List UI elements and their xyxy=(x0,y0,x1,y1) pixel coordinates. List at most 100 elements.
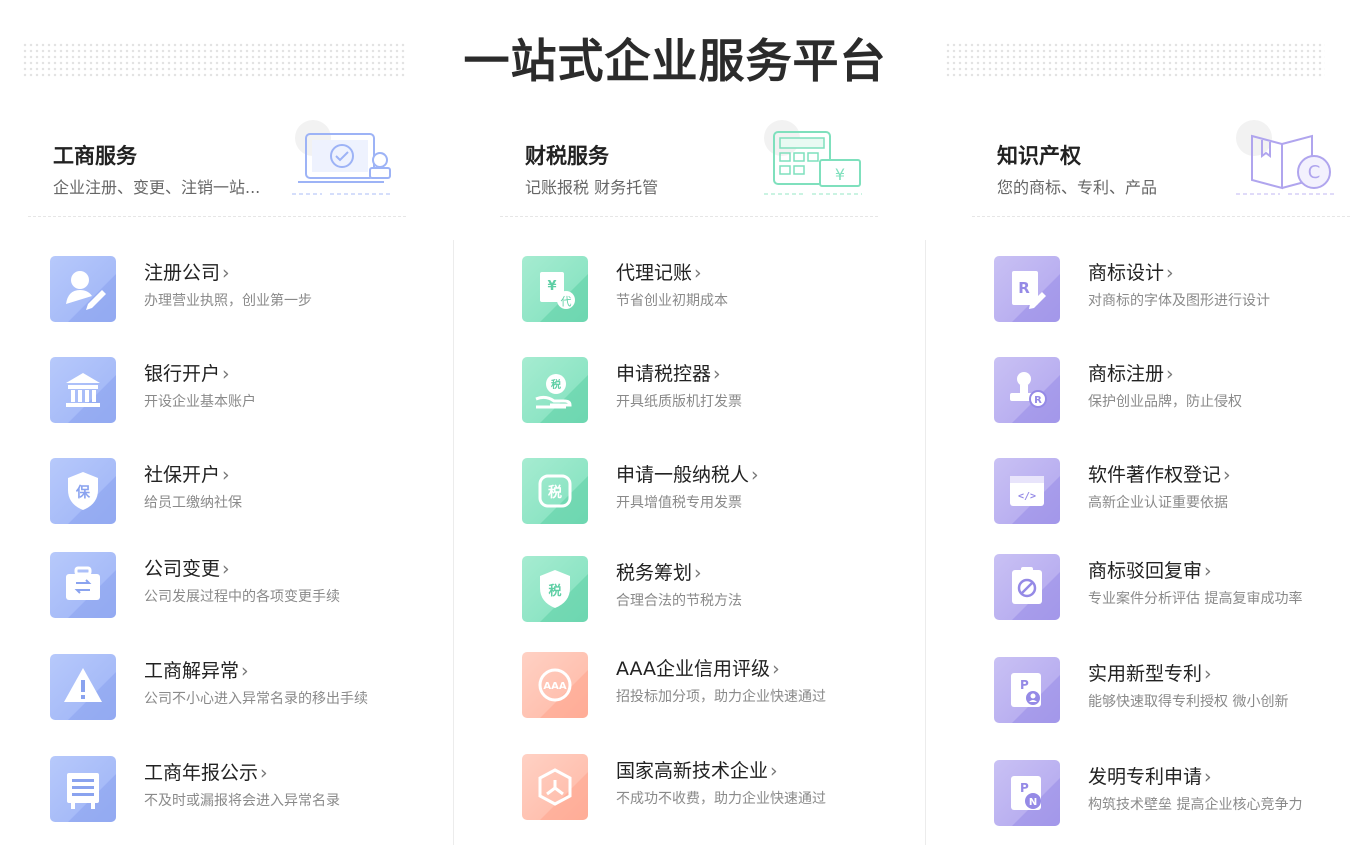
service-desc: 招投标加分项，助力企业快速通过 xyxy=(616,689,826,705)
category-title: 知识产权 xyxy=(997,144,1081,168)
stamp-registered-icon: R xyxy=(994,357,1060,423)
service-item-utility-patent[interactable]: P 实用新型专利 › 能够快速取得专利授权 微小创新 xyxy=(994,653,1350,723)
service-item-software-copyright[interactable]: </> 软件著作权登记 › 高新企业认证重要依据 xyxy=(994,454,1350,524)
service-name: 发明专利申请 xyxy=(1088,766,1203,788)
svg-text:R: R xyxy=(1034,395,1042,406)
service-name: AAA企业信用评级 xyxy=(616,658,771,680)
chevron-right-icon: › xyxy=(1223,464,1231,486)
service-item-trademark-registration[interactable]: R 商标注册 › 保护创业品牌，防止侵权 xyxy=(994,353,1350,423)
category-header: 知识产权 您的商标、专利、产品 C xyxy=(972,112,1350,217)
service-item-company-change[interactable]: 公司变更 › 公司发展过程中的各项变更手续 xyxy=(50,548,440,618)
service-name: 工商年报公示 xyxy=(144,762,259,784)
svg-text:P: P xyxy=(1020,678,1029,692)
warning-icon xyxy=(50,654,116,720)
chevron-right-icon: › xyxy=(222,558,230,580)
service-name: 商标驳回复审 xyxy=(1088,560,1203,582)
svg-text:R: R xyxy=(1018,279,1030,297)
service-name: 国家高新技术企业 xyxy=(616,760,769,782)
service-name: 社保开户 xyxy=(144,464,221,486)
chevron-right-icon: › xyxy=(1204,560,1212,582)
service-desc: 不及时或漏报将会进入异常名录 xyxy=(144,793,340,809)
service-item-annual-report[interactable]: 工商年报公示 › 不及时或漏报将会进入异常名录 xyxy=(50,752,440,822)
chevron-right-icon: › xyxy=(222,363,230,385)
service-name: 代理记账 xyxy=(616,262,693,284)
category-title: 工商服务 xyxy=(53,144,137,168)
svg-text:¥: ¥ xyxy=(835,165,845,184)
chevron-right-icon: › xyxy=(1166,262,1174,284)
yuan-doc-dai-icon: ¥ 代 xyxy=(522,256,588,322)
service-desc: 构筑技术壁垒 提高企业核心竞争力 xyxy=(1088,797,1303,813)
service-desc: 开具增值税专用发票 xyxy=(616,495,742,511)
shield-bao-icon: 保 xyxy=(50,458,116,524)
svg-text:C: C xyxy=(1308,162,1321,183)
chevron-right-icon: › xyxy=(713,363,721,385)
column-divider xyxy=(453,240,454,845)
service-name: 商标设计 xyxy=(1088,262,1165,284)
service-desc: 公司不小心进入异常名录的移出手续 xyxy=(144,691,368,707)
svg-text:P: P xyxy=(1020,781,1029,795)
service-desc: 高新企业认证重要依据 xyxy=(1088,495,1228,511)
column-divider xyxy=(925,240,926,845)
chevron-right-icon: › xyxy=(222,262,230,284)
service-item-bookkeeping[interactable]: ¥ 代 代理记账 › 节省创业初期成本 xyxy=(522,252,912,322)
bank-icon xyxy=(50,357,116,423)
person-pen-icon xyxy=(50,256,116,322)
service-name: 申请一般纳税人 xyxy=(616,464,750,486)
hexagon-tech-icon xyxy=(522,754,588,820)
svg-text:N: N xyxy=(1029,797,1037,808)
svg-text:AAA: AAA xyxy=(543,681,566,692)
code-window-icon: </> xyxy=(994,458,1060,524)
service-desc: 对商标的字体及图形进行设计 xyxy=(1088,293,1270,309)
service-item-bank-account[interactable]: 银行开户 › 开设企业基本账户 xyxy=(50,353,440,423)
service-desc: 开设企业基本账户 xyxy=(144,394,256,410)
column-business-services: 工商服务 企业注册、变更、注销一站... 注册公司› 办理营业执照，创业第一步 xyxy=(28,0,448,850)
patent-n-icon: PN xyxy=(994,760,1060,826)
service-name: 申请税控器 xyxy=(616,363,712,385)
service-item-high-tech-enterprise[interactable]: 国家高新技术企业 › 不成功不收费，助力企业快速通过 xyxy=(522,750,912,820)
aaa-badge-icon: AAA xyxy=(522,652,588,718)
category-header: 工商服务 企业注册、变更、注销一站... xyxy=(28,112,406,217)
service-name: 公司变更 xyxy=(144,558,221,580)
column-intellectual-property: 知识产权 您的商标、专利、产品 C R 商标设计 › 对商标的字体及图形进行设计 … xyxy=(972,0,1350,850)
service-desc: 公司发展过程中的各项变更手续 xyxy=(144,589,340,605)
service-name: 商标注册 xyxy=(1088,363,1165,385)
svg-text:¥: ¥ xyxy=(547,279,556,294)
chevron-right-icon: › xyxy=(1204,766,1212,788)
chevron-right-icon: › xyxy=(222,464,230,486)
service-item-tax-controller[interactable]: 税 申请税控器 › 开具纸质版机打发票 xyxy=(522,353,912,423)
service-item-trademark-review[interactable]: 商标驳回复审 › 专业案件分析评估 提高复审成功率 xyxy=(994,550,1350,620)
service-item-trademark-design[interactable]: R 商标设计 › 对商标的字体及图形进行设计 xyxy=(994,252,1350,322)
category-subtitle: 企业注册、变更、注销一站... xyxy=(53,178,261,197)
category-header: 财税服务 记账报税 财务托管 ¥ xyxy=(500,112,878,217)
chevron-right-icon: › xyxy=(241,660,249,682)
service-name: 软件著作权登记 xyxy=(1088,464,1222,486)
service-item-invention-patent[interactable]: PN 发明专利申请 › 构筑技术壁垒 提高企业核心竞争力 xyxy=(994,756,1350,826)
service-item-tax-planning[interactable]: 税 税务筹划 › 合理合法的节税方法 xyxy=(522,552,912,622)
service-item-social-security[interactable]: 保 社保开户 › 给员工缴纳社保 xyxy=(50,454,440,524)
calculator-yuan-icon: ¥ xyxy=(760,116,870,202)
category-title: 财税服务 xyxy=(525,144,609,168)
service-desc: 专业案件分析评估 提高复审成功率 xyxy=(1088,591,1303,607)
service-desc: 给员工缴纳社保 xyxy=(144,495,242,511)
clipboard-forbidden-icon xyxy=(994,554,1060,620)
svg-text:保: 保 xyxy=(75,484,91,501)
chevron-right-icon: › xyxy=(694,262,702,284)
service-item-remove-abnormal[interactable]: 工商解异常 › 公司不小心进入异常名录的移出手续 xyxy=(50,650,440,720)
service-item-register-company[interactable]: 注册公司 › 办理营业执照，创业第一步 xyxy=(50,252,440,322)
service-desc: 开具纸质版机打发票 xyxy=(616,394,742,410)
service-desc: 节省创业初期成本 xyxy=(616,293,728,309)
chevron-right-icon: › xyxy=(770,760,778,782)
report-board-icon xyxy=(50,756,116,822)
service-item-general-taxpayer[interactable]: 税 申请一般纳税人 › 开具增值税专用发票 xyxy=(522,454,912,524)
category-subtitle: 您的商标、专利、产品 xyxy=(997,178,1158,197)
chevron-right-icon: › xyxy=(260,762,268,784)
book-copyright-icon: C xyxy=(1232,116,1342,202)
service-name: 工商解异常 xyxy=(144,660,240,682)
service-item-aaa-credit-rating[interactable]: AAA AAA企业信用评级 › 招投标加分项，助力企业快速通过 xyxy=(522,648,912,718)
registered-doc-pen-icon: R xyxy=(994,256,1060,322)
service-name: 税务筹划 xyxy=(616,562,693,584)
service-desc: 能够快速取得专利授权 微小创新 xyxy=(1088,694,1289,710)
service-desc: 合理合法的节税方法 xyxy=(616,593,742,609)
service-name: 注册公司 xyxy=(144,262,221,284)
svg-text:税: 税 xyxy=(548,583,561,599)
